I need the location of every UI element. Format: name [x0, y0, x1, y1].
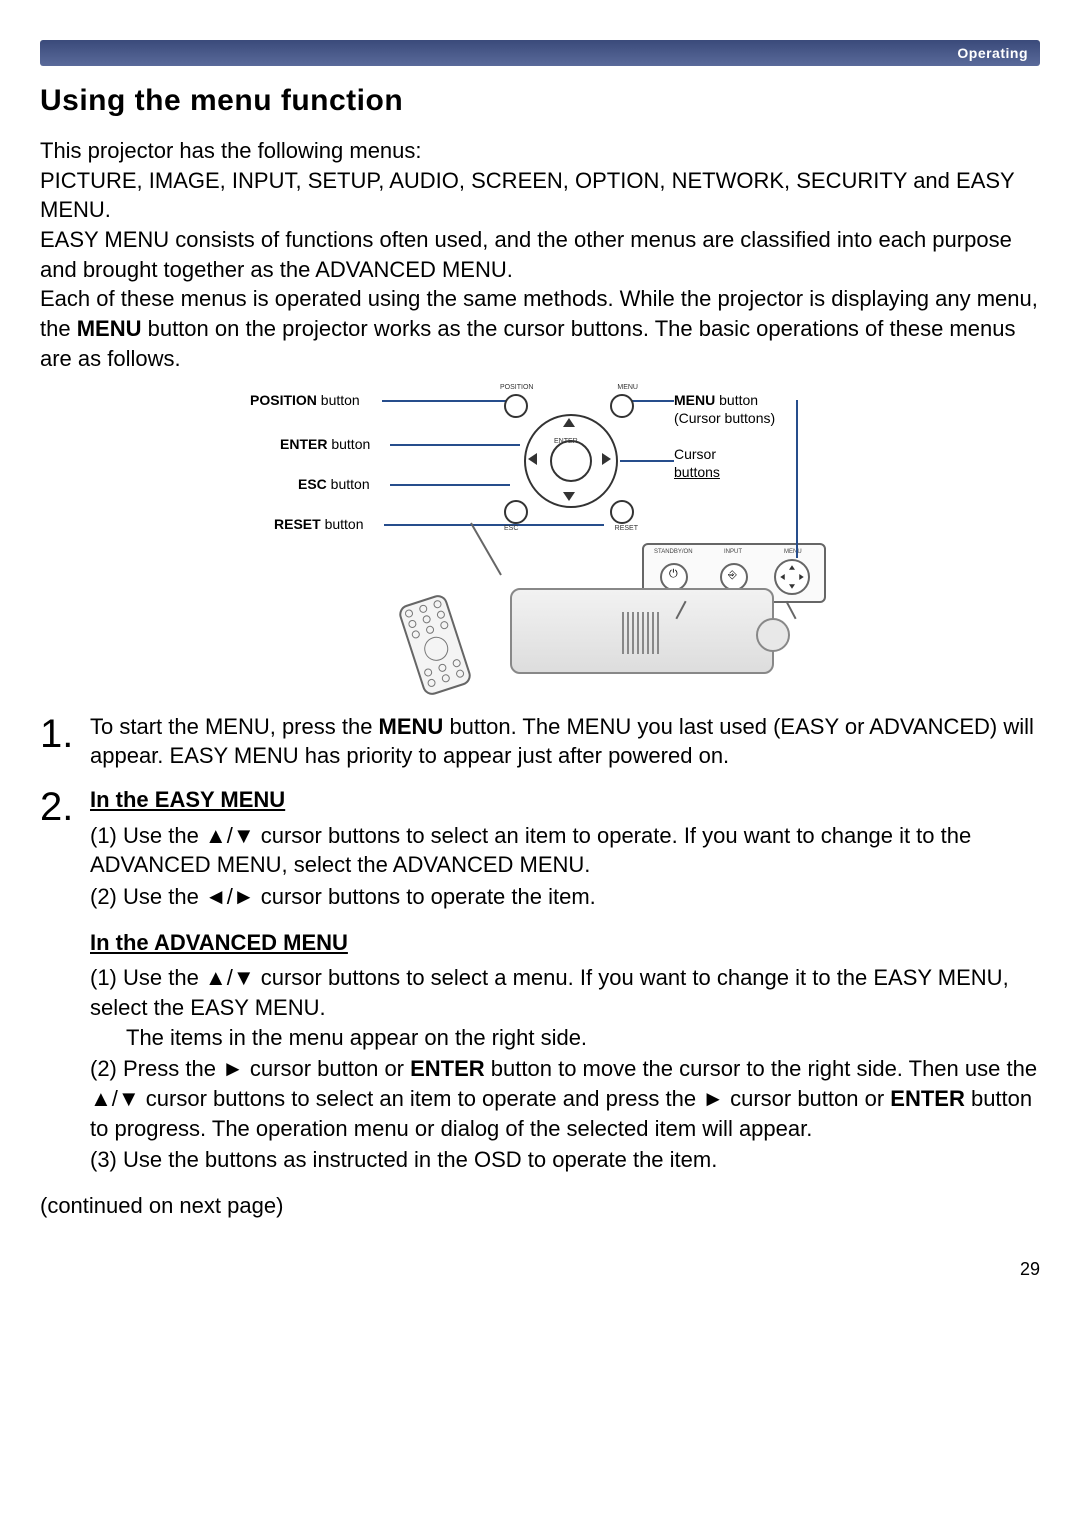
connector-line [796, 400, 798, 428]
connector-line [796, 428, 798, 558]
step-2: 2. In the EASY MENU (1) Use the ▲/▼ curs… [40, 785, 1040, 1175]
step-1: 1. To start the MENU, press the MENU but… [40, 712, 1040, 771]
position-button-label: POSITION button [250, 392, 360, 408]
intro-line1: This projector has the following menus: [40, 138, 422, 163]
step-1-number: 1. [40, 712, 90, 771]
buttons-word: buttons [674, 464, 720, 480]
adv-menu-item-1: (1) Use the ▲/▼ cursor buttons to select… [90, 963, 1040, 1052]
input-button: ⎆ [720, 563, 748, 591]
reset-button-label: RESET button [274, 516, 364, 532]
adv-menu-item-3: (3) Use the buttons as instructed in the… [90, 1145, 1040, 1175]
intro-line2: PICTURE, IMAGE, INPUT, SETUP, AUDIO, SCR… [40, 168, 1014, 223]
page-title: Using the menu function [40, 84, 1040, 118]
pad-reset-corner [610, 500, 634, 524]
control-diagram: POSITION button ENTER button ESC button … [250, 388, 830, 698]
intro-menu-bold: MENU [77, 316, 142, 341]
easy-menu-heading: In the EASY MENU [90, 785, 1040, 815]
pad-position-corner [504, 394, 528, 418]
esc-button-label: ESC button [298, 476, 370, 492]
step-2-number: 2. [40, 785, 90, 1175]
easy-menu-item-2: (2) Use the ◄/► cursor buttons to operat… [90, 882, 1040, 912]
projector-menu-button [774, 559, 810, 595]
pad-esc-corner [504, 500, 528, 524]
projector-body-illustration [510, 588, 774, 674]
intro-line3c: button on the projector works as the cur… [40, 316, 1015, 371]
connector-line [382, 400, 512, 402]
header-section-label: Operating [957, 45, 1028, 61]
remote-direction-pad: POSITION MENU ENTER ESC RESET [498, 388, 640, 530]
cursor-buttons-paren: (Cursor buttons) [674, 410, 775, 426]
pad-menu-corner [610, 394, 634, 418]
intro-line3a: EASY MENU consists of functions often us… [40, 227, 1012, 282]
header-bar: Operating [40, 40, 1040, 66]
easy-menu-item-1: (1) Use the ▲/▼ cursor buttons to select… [90, 821, 1040, 880]
remote-control-illustration [397, 592, 474, 697]
continued-note: (continued on next page) [40, 1193, 1040, 1219]
intro-paragraph: This projector has the following menus: … [40, 136, 1040, 374]
enter-button-label: ENTER button [280, 436, 370, 452]
menu-button-label: MENU button [674, 392, 758, 408]
connector-line [390, 484, 510, 486]
enter-center-button [550, 440, 592, 482]
standby-on-button: ⏻ [660, 563, 688, 591]
cursor-word: Cursor [674, 446, 716, 462]
page-number: 29 [40, 1259, 1040, 1280]
step-1-menu-bold: MENU [379, 714, 444, 739]
advanced-menu-heading: In the ADVANCED MENU [90, 928, 1040, 958]
adv-menu-item-2: (2) Press the ► cursor button or ENTER b… [90, 1054, 1040, 1143]
step-1-text-a: To start the MENU, press the [90, 714, 379, 739]
